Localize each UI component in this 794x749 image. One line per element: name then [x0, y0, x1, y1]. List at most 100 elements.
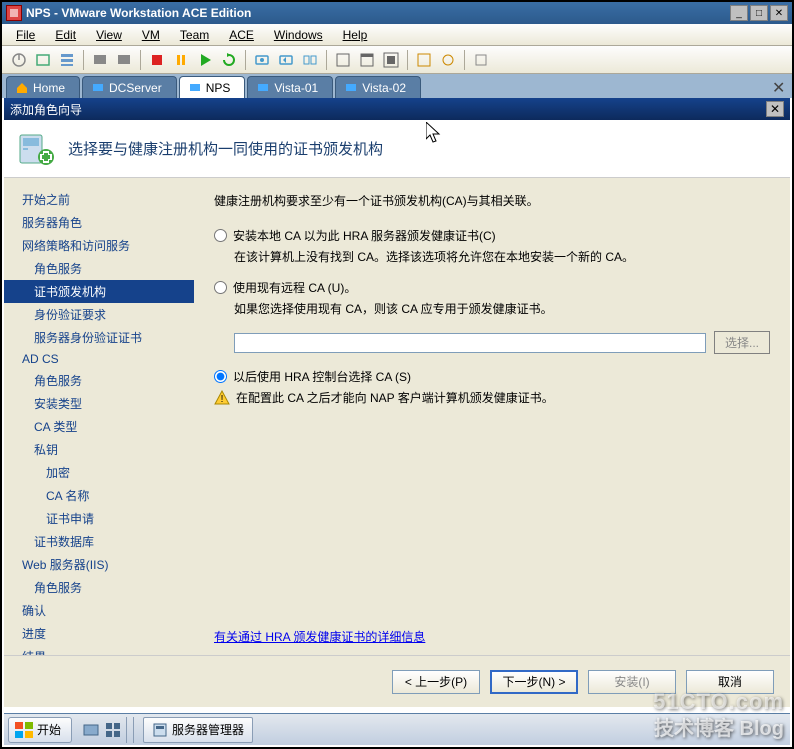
wizard-nav: 开始之前服务器角色网络策略和访问服务角色服务证书颁发机构身份验证要求服务器身份验… [4, 178, 194, 655]
start-label: 开始 [37, 721, 61, 738]
radio-configure-later[interactable] [214, 370, 227, 383]
wizard-nav-item[interactable]: 角色服务 [4, 257, 194, 280]
wizard-nav-item[interactable]: 身份验证要求 [4, 303, 194, 326]
start-button[interactable]: 开始 [8, 717, 72, 743]
wizard-nav-item[interactable]: Web 服务器(IIS) [4, 553, 194, 576]
menu-team[interactable]: Team [172, 26, 217, 44]
taskbar-item-server-manager[interactable]: 服务器管理器 [143, 717, 253, 743]
minimize-button[interactable]: _ [730, 5, 748, 21]
toolbar-vm2-icon[interactable] [113, 49, 135, 71]
menu-file[interactable]: File [8, 26, 43, 44]
tab-label: Vista-01 [274, 81, 318, 95]
menu-view[interactable]: View [88, 26, 130, 44]
tab-home[interactable]: Home [6, 76, 80, 98]
toolbar-window1-icon[interactable] [332, 49, 354, 71]
menu-edit[interactable]: Edit [47, 26, 84, 44]
radio-configure-later-label: 以后使用 HRA 控制台选择 CA (S) [233, 368, 411, 385]
warning-text: 在配置此 CA 之后才能向 NAP 客户端计算机颁发健康证书。 [236, 389, 554, 406]
toolbar-last-icon[interactable] [470, 49, 492, 71]
toolbar-play-icon[interactable] [194, 49, 216, 71]
wizard-nav-item[interactable]: CA 名称 [4, 484, 194, 507]
menu-vm[interactable]: VM [134, 26, 168, 44]
toolbar-pause-icon[interactable] [170, 49, 192, 71]
wizard-nav-item[interactable]: 证书申请 [4, 507, 194, 530]
wizard-nav-item[interactable]: 角色服务 [4, 576, 194, 599]
menu-ace[interactable]: ACE [221, 26, 262, 44]
taskbar-separator [133, 717, 137, 743]
guest-vm-area: 添加角色向导 ✕ 选择要与健康注册机构一同使用的证书颁发机构 开始之前服务器角色… [4, 98, 790, 707]
tab-vista-02[interactable]: Vista-02 [335, 76, 421, 98]
windows-logo-icon [15, 722, 33, 738]
wizard-nav-item[interactable]: 证书数据库 [4, 530, 194, 553]
tabs-close-icon[interactable]: ✕ [772, 78, 788, 94]
toolbar-snapshot-icon[interactable] [251, 49, 273, 71]
wizard-nav-item[interactable]: 服务器角色 [4, 211, 194, 234]
toolbar-unity2-icon[interactable] [437, 49, 459, 71]
radio-install-local-ca[interactable] [214, 229, 227, 242]
wizard-nav-item[interactable]: 安装类型 [4, 392, 194, 415]
wizard-nav-item[interactable]: 加密 [4, 461, 194, 484]
tab-dcserver[interactable]: DCServer [82, 76, 177, 98]
toolbar-poweroff-icon[interactable] [8, 49, 30, 71]
toolbar-unity1-icon[interactable] [413, 49, 435, 71]
wizard-titlebar: 添加角色向导 ✕ [4, 98, 790, 120]
server-manager-icon [152, 722, 168, 738]
vmware-app-icon [6, 5, 22, 21]
radio-use-remote-ca[interactable] [214, 281, 227, 294]
wizard-nav-item[interactable]: 结果 [4, 645, 194, 655]
next-button[interactable]: 下一步(N) > [490, 670, 578, 694]
windows-taskbar: 开始 服务器管理器 [4, 713, 790, 745]
close-button[interactable]: ✕ [770, 5, 788, 21]
tab-label: Vista-02 [362, 81, 406, 95]
menu-help[interactable]: Help [335, 26, 376, 44]
install-button[interactable]: 安装(I) [588, 670, 676, 694]
wizard-close-button[interactable]: ✕ [766, 101, 784, 117]
quick-launch [78, 717, 127, 743]
menu-windows[interactable]: Windows [266, 26, 331, 44]
toolbar-window2-icon[interactable] [356, 49, 378, 71]
quick-launch-icon-1[interactable] [82, 721, 100, 739]
wizard-nav-item[interactable]: AD CS [4, 349, 194, 369]
wizard-window-title: 添加角色向导 [10, 101, 766, 118]
wizard-body: 开始之前服务器角色网络策略和访问服务角色服务证书颁发机构身份验证要求服务器身份验… [4, 178, 790, 655]
opt2-description: 如果您选择使用现有 CA，则该 CA 应专用于颁发健康证书。 [234, 300, 770, 317]
wizard-nav-item[interactable]: 网络策略和访问服务 [4, 234, 194, 257]
toolbar-fullscreen-icon[interactable] [380, 49, 402, 71]
wizard-nav-item[interactable]: 角色服务 [4, 369, 194, 392]
quick-launch-icon-2[interactable] [104, 721, 122, 739]
wizard-nav-item[interactable]: 确认 [4, 599, 194, 622]
remote-ca-input[interactable] [234, 333, 706, 353]
browse-button[interactable]: 选择... [714, 331, 770, 354]
wizard-header: 选择要与健康注册机构一同使用的证书颁发机构 [4, 120, 790, 178]
toolbar-settings-icon[interactable] [32, 49, 54, 71]
prev-button[interactable]: < 上一步(P) [392, 670, 480, 694]
toolbar-list-icon[interactable] [56, 49, 78, 71]
toolbar-stop-icon[interactable] [146, 49, 168, 71]
tab-vista-01[interactable]: Vista-01 [247, 76, 333, 98]
wizard-nav-item[interactable]: 进度 [4, 622, 194, 645]
radio-use-remote-ca-label: 使用现有远程 CA (U)。 [233, 279, 356, 296]
wizard-header-title: 选择要与健康注册机构一同使用的证书颁发机构 [68, 138, 383, 159]
maximize-button[interactable]: □ [750, 5, 768, 21]
opt1-description: 在该计算机上没有找到 CA。选择该选项将允许您在本地安装一个新的 CA。 [234, 248, 770, 265]
wizard-nav-item[interactable]: CA 类型 [4, 415, 194, 438]
cancel-button[interactable]: 取消 [686, 670, 774, 694]
toolbar-revert-icon[interactable] [275, 49, 297, 71]
wizard-nav-item[interactable]: 私钥 [4, 438, 194, 461]
vmware-tab-bar: Home DCServer NPS Vista-01 Vista-02 ✕ [2, 74, 792, 98]
toolbar-vm1-icon[interactable] [89, 49, 111, 71]
warning-icon: ! [214, 390, 230, 406]
vmware-title: NPS - VMware Workstation ACE Edition [26, 6, 730, 20]
tab-label: NPS [206, 81, 231, 95]
wizard-nav-item[interactable]: 证书颁发机构 [4, 280, 194, 303]
tab-nps[interactable]: NPS [179, 76, 246, 98]
wizard-nav-item[interactable]: 开始之前 [4, 188, 194, 211]
wizard-intro-text: 健康注册机构要求至少有一个证书颁发机构(CA)与其相关联。 [214, 192, 770, 209]
tab-label: DCServer [109, 81, 162, 95]
svg-text:!: ! [221, 394, 224, 405]
wizard-footer: < 上一步(P) 下一步(N) > 安装(I) 取消 [4, 655, 790, 707]
wizard-nav-item[interactable]: 服务器身份验证证书 [4, 326, 194, 349]
help-link[interactable]: 有关通过 HRA 颁发健康证书的详细信息 [214, 628, 425, 645]
toolbar-reset-icon[interactable] [218, 49, 240, 71]
toolbar-manage-icon[interactable] [299, 49, 321, 71]
